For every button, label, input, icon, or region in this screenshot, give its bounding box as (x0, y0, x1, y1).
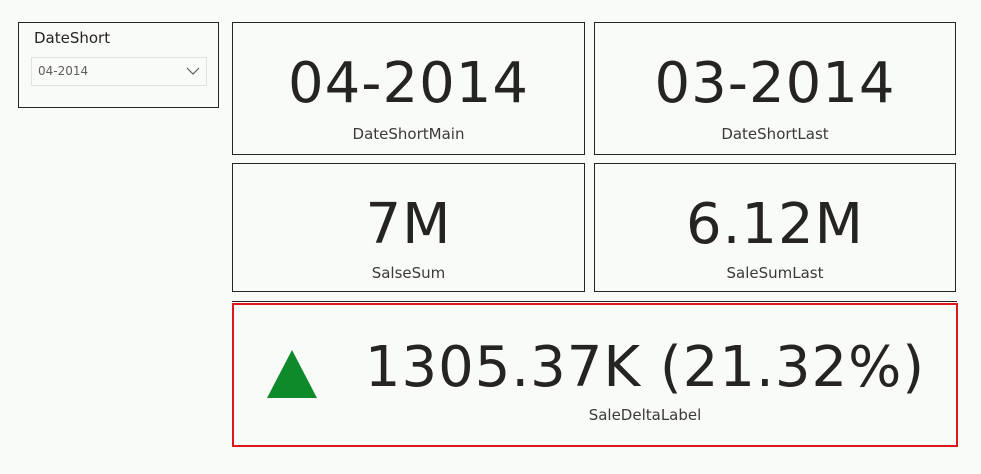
card-value: 7M (365, 192, 452, 257)
date-dropdown[interactable]: 04-2014 (31, 57, 207, 86)
card-sale-sum-last[interactable]: 6.12M SaleSumLast (594, 163, 956, 292)
card-sale-delta[interactable]: 1305.37K (21.32%) SaleDeltaLabel (232, 303, 958, 447)
card-value: 6.12M (685, 192, 864, 257)
slicer-title: DateShort (34, 29, 111, 47)
card-label: DateShortMain (352, 125, 465, 143)
card-value: 03-2014 (654, 51, 896, 116)
chevron-down-icon (186, 67, 200, 75)
card-label: SaleSumLast (726, 264, 824, 282)
card-date-short-main[interactable]: 04-2014 DateShortMain (232, 22, 585, 155)
card-label: DateShortLast (721, 125, 829, 143)
card-value: 1305.37K (21.32%) (364, 335, 926, 400)
card-label: SaleDeltaLabel (588, 406, 702, 424)
dropdown-selected-value: 04-2014 (38, 64, 89, 78)
card-date-short-last[interactable]: 03-2014 DateShortLast (594, 22, 956, 155)
card-sales-sum[interactable]: 7M SalseSum (232, 163, 585, 292)
card-value: 04-2014 (288, 51, 529, 116)
card-label: SalseSum (371, 264, 446, 282)
triangle-up-icon (267, 350, 317, 398)
date-slicer: DateShort 04-2014 (18, 22, 219, 108)
